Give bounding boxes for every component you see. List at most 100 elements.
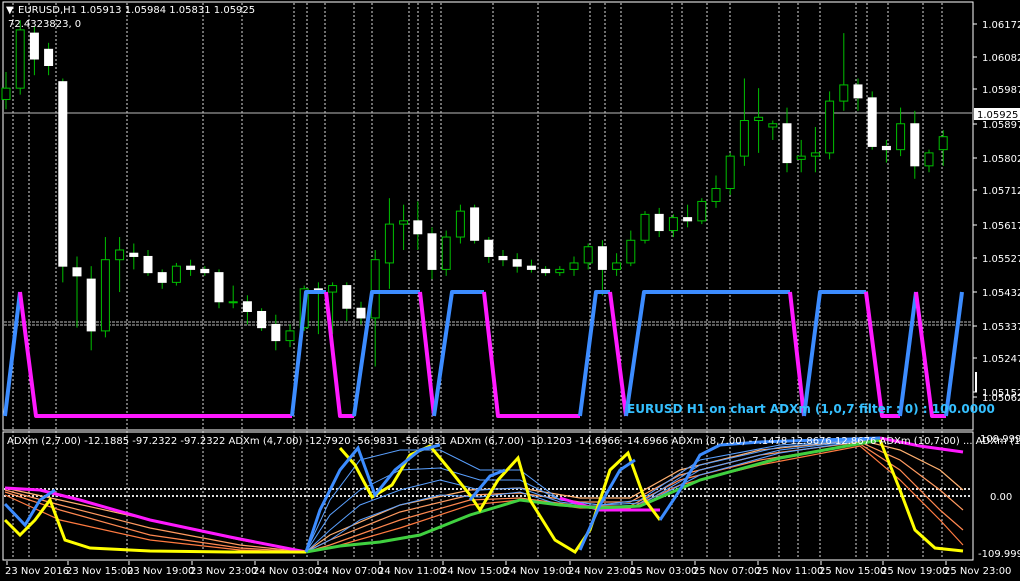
bull-candle-body	[399, 220, 409, 225]
time-axis-label: 25 Nov 07:00	[693, 566, 760, 577]
candle[interactable]	[697, 198, 707, 225]
bear-candle-body	[342, 285, 352, 309]
trading-chart[interactable]: 1.06172 1.06082 1.05987 1.05897 1.05802 1.057…	[0, 0, 1020, 581]
bull-candle-body	[938, 136, 948, 151]
candle[interactable]	[725, 152, 735, 195]
bull-candle-body	[626, 239, 636, 264]
candle[interactable]	[58, 78, 68, 283]
bear-candle-body	[881, 145, 891, 151]
time-axis-label: 23 Nov 19:00	[127, 566, 194, 577]
bear-candle-body	[484, 239, 494, 257]
candle[interactable]	[15, 20, 25, 95]
bear-candle-body	[498, 255, 508, 261]
bull-candle-body	[612, 262, 622, 270]
bull-candle-body	[924, 152, 934, 167]
bull-candle-body	[583, 246, 593, 264]
bear-candle-body	[427, 233, 437, 270]
bull-candle-body	[328, 285, 338, 293]
bull-candle-body	[739, 120, 749, 157]
bear-candle-body	[86, 278, 96, 332]
bear-candle-body	[910, 123, 920, 167]
time-axis-label: 24 Nov 11:00	[378, 566, 445, 577]
bear-candle-body	[242, 301, 252, 312]
price-axis-label: 1.05432	[982, 288, 1020, 299]
bull-candle-body	[825, 100, 835, 154]
bull-candle-body	[768, 123, 778, 128]
symbol-subvalue: 72.4323823, 0	[8, 19, 81, 30]
bull-candle-body	[839, 84, 849, 102]
bull-candle-body	[100, 259, 110, 332]
price-axis-label: 1.05337	[982, 322, 1020, 333]
candle[interactable]	[257, 308, 267, 331]
bull-candle-body	[285, 330, 295, 342]
bull-candle-body	[569, 262, 579, 270]
price-axis-label: 1.05802	[982, 154, 1020, 165]
bear-candle-body	[143, 255, 153, 274]
bear-candle-body	[867, 97, 877, 147]
time-axis-label: 23 Nov 15:00	[66, 566, 133, 577]
bear-candle-body	[200, 268, 210, 274]
price-axis-label: 1.06172	[982, 20, 1020, 31]
bear-candle-body	[44, 48, 54, 66]
bear-candle-body	[413, 220, 423, 235]
dropdown-arrow-icon[interactable]: ▼	[6, 5, 14, 16]
bear-candle-body	[356, 307, 366, 319]
bull-candle-body	[441, 236, 451, 270]
time-axis-label: 25 Nov 11:00	[756, 566, 823, 577]
bull-candle-body	[754, 116, 764, 122]
price-axis-label: 1.05897	[982, 120, 1020, 131]
candle[interactable]	[640, 211, 650, 244]
bull-candle-body	[711, 187, 721, 202]
bear-candle-body	[157, 272, 167, 283]
bear-candle-body	[72, 267, 82, 277]
candle[interactable]	[441, 230, 451, 276]
bull-candle-body	[1, 87, 11, 100]
bull-candle-body	[697, 200, 707, 222]
time-axis-label: 25 Nov 15:00	[819, 566, 886, 577]
bear-candle-body	[683, 217, 693, 222]
bull-candle-body	[228, 301, 238, 304]
candle[interactable]	[470, 204, 480, 244]
time-axis-label: 25 Nov 23:00	[944, 566, 1011, 577]
bear-candle-body	[597, 246, 607, 270]
time-axis-label: 24 Nov 19:00	[504, 566, 571, 577]
bull-candle-body	[455, 210, 465, 238]
candle[interactable]	[825, 91, 835, 160]
bear-candle-body	[853, 84, 863, 99]
time-axis-label: 25 Nov 03:00	[630, 566, 697, 577]
bear-candle-body	[512, 259, 522, 267]
bear-candle-body	[271, 323, 281, 342]
bull-candle-body	[725, 155, 735, 189]
bear-candle-body	[541, 268, 551, 274]
time-axis-label: 25 Nov 19:00	[881, 566, 948, 577]
price-axis-label: 1.06082	[982, 53, 1020, 64]
bull-candle-body	[810, 152, 820, 157]
time-axis-label: 23 Nov 2016	[5, 566, 69, 577]
bull-candle-body	[555, 268, 565, 274]
indicator-header: ADXm (2,7.00) -12.1885 -97.2322 -97.2322…	[7, 436, 1020, 447]
current-price-label: 1.05925	[977, 110, 1018, 121]
bull-candle-body	[370, 259, 380, 319]
bull-candle-body	[640, 213, 650, 241]
time-axis-label: 24 Nov 07:00	[316, 566, 383, 577]
overlay-caption: EURUSD H1 on chart ADXm (1,0,7 filter : …	[627, 402, 995, 416]
bull-candle-body	[896, 123, 906, 151]
time-axis-label: 24 Nov 03:00	[253, 566, 320, 577]
bear-candle-body	[782, 123, 792, 164]
price-axis-label: 1.05247	[982, 354, 1020, 365]
axis-marker	[975, 372, 977, 392]
bear-candle-body	[526, 265, 536, 270]
bear-candle-body	[257, 310, 267, 329]
price-axis-label: 1.05617	[982, 221, 1020, 232]
price-axis-label: 1.05712	[982, 186, 1020, 197]
price-axis-label: 1.05527	[982, 254, 1020, 265]
indicator-axis-label: -109.9996	[978, 549, 1020, 560]
bull-candle-body	[171, 265, 181, 283]
bear-candle-body	[29, 32, 39, 60]
price-axis-label: 1.05987	[982, 85, 1020, 96]
time-axis-label: 23 Nov 23:00	[190, 566, 257, 577]
candle[interactable]	[171, 262, 181, 286]
candle[interactable]	[867, 91, 877, 150]
bull-candle-body	[668, 217, 678, 232]
bull-candle-body	[796, 155, 806, 160]
